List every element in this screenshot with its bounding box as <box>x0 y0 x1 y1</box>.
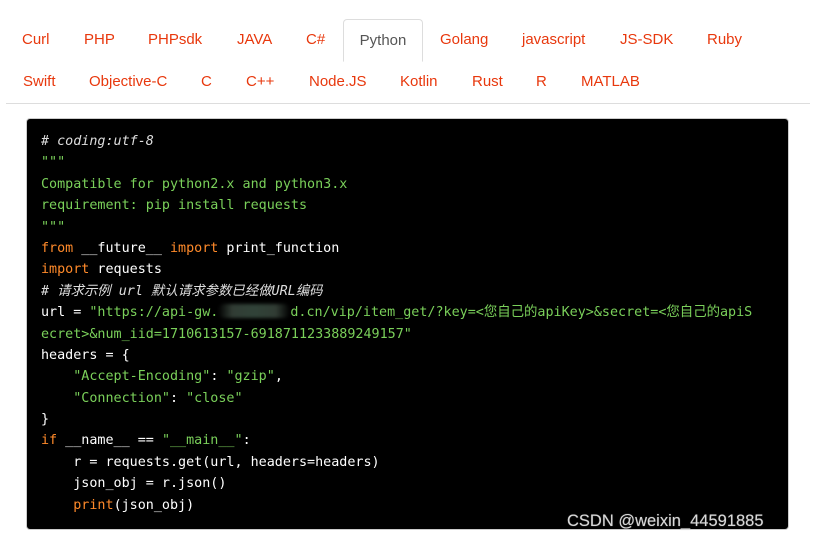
code-plain: r = requests.get(url, headers=headers) <box>41 454 380 470</box>
code-line: """ <box>41 152 752 173</box>
code-plain: : <box>170 390 187 406</box>
code-line: from __future__ import print_function <box>41 238 752 259</box>
code-plain: print_function <box>218 240 340 256</box>
redacted-blur <box>218 304 291 319</box>
code-string: "gzip" <box>226 369 275 385</box>
code-plain: : <box>210 369 227 385</box>
tab-kotlin[interactable]: Kotlin <box>400 61 438 103</box>
code-line: json_obj = r.json() <box>41 473 752 494</box>
code-plain: url = <box>41 305 90 321</box>
code-line: requirement: pip install requests <box>41 195 752 216</box>
code-comment: # coding:utf-8 <box>41 134 154 149</box>
tab-javascript[interactable]: javascript <box>522 19 585 61</box>
code-text: # coding:utf-8 """ Compatible for python2.… <box>41 131 752 516</box>
code-plain: __future__ <box>73 240 170 256</box>
tab-csharp[interactable]: C# <box>306 19 325 61</box>
tab-ruby[interactable]: Ruby <box>707 19 742 61</box>
tab-matlab[interactable]: MATLAB <box>581 61 640 103</box>
code-plain: requests <box>89 262 162 278</box>
code-plain: , <box>274 369 283 385</box>
code-block: # coding:utf-8 """ Compatible for python2.… <box>26 118 789 530</box>
code-line: Compatible for python2.x and python3.x <box>41 174 752 195</box>
code-line: # 请求示例 url 默认请求参数已经做URL编码 <box>41 281 752 302</box>
code-line: "Accept-Encoding": "gzip", <box>41 366 752 387</box>
code-line: url = "https://api-gw. d.cn/vip/item_get/… <box>41 302 752 323</box>
code-string: requirement: pip install requests <box>41 198 308 214</box>
tab-php[interactable]: PHP <box>84 19 115 61</box>
code-keyword: from <box>41 240 74 256</box>
code-plain: headers = { <box>41 347 130 363</box>
code-line: headers = { <box>41 345 752 366</box>
code-builtin: print <box>73 497 114 513</box>
code-line: # coding:utf-8 <box>41 131 752 152</box>
code-keyword: if <box>41 433 58 449</box>
code-plain: : <box>242 433 251 449</box>
code-plain: } <box>41 412 50 428</box>
tab-java[interactable]: JAVA <box>237 19 272 61</box>
code-line: if __name__ == "__main__": <box>41 430 752 451</box>
code-keyword: import <box>170 240 219 256</box>
csdn-watermark: CSDN @weixin_44591885 <box>567 512 764 530</box>
code-plain: (json_obj) <box>113 497 195 513</box>
tab-swift[interactable]: Swift <box>23 61 56 103</box>
tab-rust[interactable]: Rust <box>472 61 503 103</box>
code-line: r = requests.get(url, headers=headers) <box>41 452 752 473</box>
tab-js-sdk[interactable]: JS-SDK <box>620 19 673 61</box>
code-string: """ <box>41 155 66 171</box>
code-string: ecret>&num_iid=1710613157-69187112338892… <box>41 326 412 342</box>
tab-cpp[interactable]: C++ <box>246 61 274 103</box>
code-string: "https://api-gw. <box>89 305 219 321</box>
code-string: "close" <box>186 390 243 406</box>
tab-c[interactable]: C <box>201 61 212 103</box>
code-line: "Connection": "close" <box>41 388 752 409</box>
code-string: """ <box>41 219 66 235</box>
tab-nodejs[interactable]: Node.JS <box>309 61 367 103</box>
code-comment: # 请求示例 url 默认请求参数已经做URL编码 <box>41 283 323 299</box>
tab-r[interactable]: R <box>536 61 547 103</box>
tab-golang[interactable]: Golang <box>440 19 488 61</box>
code-line: """ <box>41 217 752 238</box>
code-string: "Connection" <box>41 390 170 406</box>
code-string: d.cn/vip/item_get/?key=<您自己的apiKey>&secr… <box>290 305 753 321</box>
code-line: ecret>&num_iid=1710613157-69187112338892… <box>41 324 752 345</box>
code-plain: json_obj = r.json() <box>41 476 227 492</box>
code-plain <box>41 498 73 513</box>
tab-phpsdk[interactable]: PHPsdk <box>148 19 202 61</box>
tab-python[interactable]: Python <box>343 19 423 62</box>
code-string: "Accept-Encoding" <box>41 369 211 385</box>
code-line: import requests <box>41 259 752 280</box>
code-plain: __name__ == <box>57 433 162 449</box>
code-string: Compatible for python2.x and python3.x <box>41 176 348 192</box>
tab-curl[interactable]: Curl <box>22 19 50 61</box>
code-keyword: import <box>41 262 90 278</box>
code-line: } <box>41 409 752 430</box>
code-string: "__main__" <box>161 433 243 449</box>
language-tabs: Curl PHP PHPsdk JAVA C# Python Golang ja… <box>6 19 810 104</box>
tab-objective-c[interactable]: Objective-C <box>89 61 167 103</box>
